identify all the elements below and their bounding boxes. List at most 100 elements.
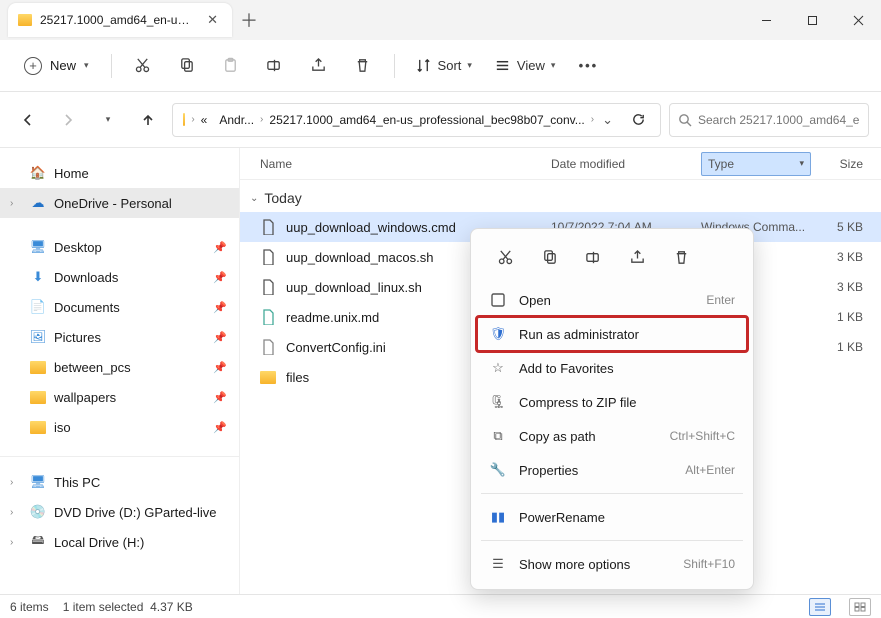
thumbnails-view-button[interactable] [849,598,871,616]
sidebar-item-home[interactable]: 🏠 Home [0,158,239,188]
search-box[interactable] [669,103,869,137]
recent-button[interactable]: ▾ [92,104,124,136]
disc-icon: 💿 [30,504,46,520]
separator [481,493,743,494]
new-label: New [50,58,76,73]
status-item-count: 6 items [10,600,49,614]
address-bar-row: ▾ › « Andr... › 25217.1000_amd64_en-us_p… [0,92,881,148]
up-button[interactable] [132,104,164,136]
ctx-shortcut: Alt+Enter [685,463,735,477]
ctx-add-favorites[interactable]: ☆ Add to Favorites [477,351,747,385]
sidebar-item-folder[interactable]: between_pcs 📌 [0,352,239,382]
sidebar-item-label: Desktop [54,240,102,255]
delete-button[interactable] [344,47,382,85]
navigation-pane[interactable]: 🏠 Home › ☁ OneDrive - Personal 🖥 Desktop… [0,148,240,594]
breadcrumb-segment[interactable]: Andr... [213,109,260,131]
chevron-down-icon: ⌄ [250,193,258,204]
sidebar-item-desktop[interactable]: 🖥 Desktop 📌 [0,232,239,262]
chevron-down-icon: ▾ [799,158,804,169]
sidebar-item-folder[interactable]: wallpapers 📌 [0,382,239,412]
ctx-run-as-admin[interactable]: 🛡 Run as administrator [477,317,747,351]
ctx-rename-button[interactable] [575,241,611,273]
file-name: ConvertConfig.ini [286,340,386,355]
new-tab-button[interactable]: ＋ [232,7,266,33]
ctx-cut-button[interactable] [487,241,523,273]
more-button[interactable]: ••• [569,47,607,85]
ctx-properties[interactable]: 🔧 Properties Alt+Enter [477,453,747,487]
column-header-size[interactable]: Size [821,157,881,171]
ctx-delete-button[interactable] [663,241,699,273]
sidebar-item-local-drive[interactable]: › 🖴 Local Drive (H:) [0,527,239,557]
search-input[interactable] [698,113,860,127]
status-selection: 1 item selected 4.37 KB [63,600,193,614]
type-sort-indicator[interactable]: Type ▾ [701,152,811,176]
group-header[interactable]: ⌄ Today [240,180,881,212]
sidebar-item-label: OneDrive - Personal [54,196,172,211]
new-button[interactable]: + New ▾ [14,51,99,81]
close-button[interactable] [835,0,881,40]
refresh-button[interactable] [621,108,656,131]
column-header-name[interactable]: Name [260,157,551,171]
ctx-show-more[interactable]: ☰ Show more options Shift+F10 [477,547,747,581]
file-name: uup_download_windows.cmd [286,220,456,235]
sidebar-item-downloads[interactable]: ⬇ Downloads 📌 [0,262,239,292]
shield-icon: 🛡 [489,325,507,343]
ctx-powerrename[interactable]: ▮▮ PowerRename [477,500,747,534]
search-icon [678,113,692,127]
sidebar-item-label: Home [54,166,89,181]
chevron-right-icon[interactable]: › [10,198,13,209]
breadcrumb-segment[interactable]: « [195,109,214,131]
chevron-right-icon[interactable]: › [10,477,13,488]
pin-icon: 📌 [213,391,227,404]
sidebar-item-thispc[interactable]: › 🖥 This PC [0,467,239,497]
cut-button[interactable] [124,47,162,85]
copy-button[interactable] [168,47,206,85]
ctx-share-button[interactable] [619,241,655,273]
sidebar-item-folder[interactable]: iso 📌 [0,412,239,442]
ctx-copy-path[interactable]: ⧉ Copy as path Ctrl+Shift+C [477,419,747,453]
sidebar-item-pictures[interactable]: 🖼 Pictures 📌 [0,322,239,352]
minimize-button[interactable] [743,0,789,40]
details-view-button[interactable] [809,598,831,616]
folder-icon [183,113,185,126]
rename-button[interactable] [256,47,294,85]
view-label: View [517,58,545,73]
sidebar-item-label: wallpapers [54,390,116,405]
sidebar-item-dvd[interactable]: › 💿 DVD Drive (D:) GParted-live [0,497,239,527]
ctx-compress-zip[interactable]: 🗜 Compress to ZIP file [477,385,747,419]
chevron-right-icon[interactable]: › [10,507,13,518]
command-bar: + New ▾ Sort ▾ View ▾ ••• [0,40,881,92]
sidebar-item-onedrive[interactable]: › ☁ OneDrive - Personal [0,188,239,218]
breadcrumb-segment[interactable]: 25217.1000_amd64_en-us_professional_bec9… [263,109,590,131]
view-menu[interactable]: View ▾ [486,51,563,80]
ctx-open[interactable]: Open Enter [477,283,747,317]
maximize-button[interactable] [789,0,835,40]
sidebar-item-label: Pictures [54,330,101,345]
back-button[interactable] [12,104,44,136]
window-tab[interactable]: 25217.1000_amd64_en-us_pro ✕ [8,3,232,37]
file-icon [260,339,276,355]
chevron-right-icon[interactable]: › [10,537,13,548]
sort-icon [415,57,432,74]
column-header-type[interactable]: Type ▾ [701,152,821,176]
sort-menu[interactable]: Sort ▾ [407,51,480,80]
context-menu: Open Enter 🛡 Run as administrator ☆ Add … [470,228,754,590]
open-icon [489,291,507,309]
trash-icon [354,57,371,74]
sidebar-item-documents[interactable]: 📄 Documents 📌 [0,292,239,322]
file-icon [260,249,276,265]
wrench-icon: 🔧 [489,461,507,479]
sidebar-item-label: Documents [54,300,120,315]
tab-close-button[interactable]: ✕ [203,10,222,30]
ctx-label: Copy as path [519,429,658,444]
address-dropdown[interactable]: ⌄ [594,108,621,132]
share-button[interactable] [300,47,338,85]
separator [481,540,743,541]
column-header-date[interactable]: Date modified [551,157,701,171]
address-bar[interactable]: › « Andr... › 25217.1000_amd64_en-us_pro… [172,103,661,137]
sidebar-item-label: Downloads [54,270,118,285]
ctx-copy-button[interactable] [531,241,567,273]
pin-icon: 📌 [213,271,227,284]
sidebar-item-label: between_pcs [54,360,131,375]
folder-icon [18,14,32,26]
